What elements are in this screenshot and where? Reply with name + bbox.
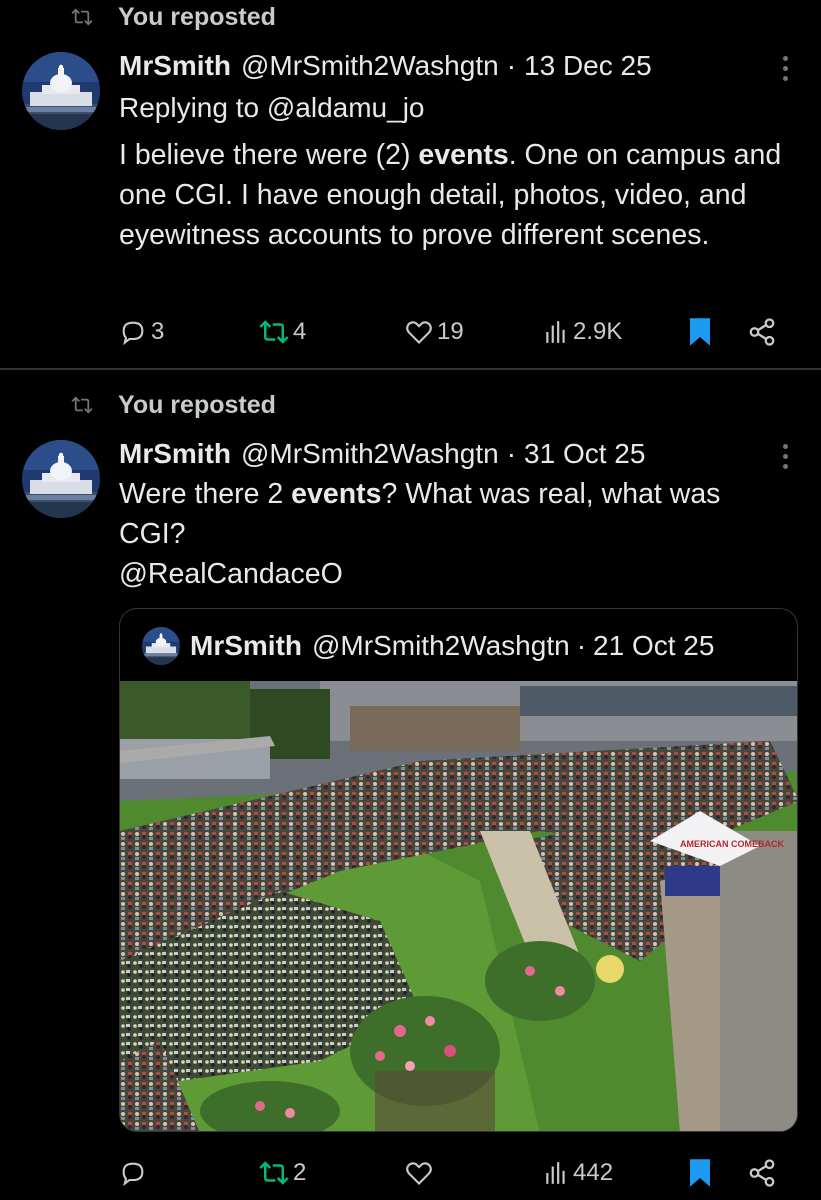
bookmark-icon xyxy=(690,318,710,346)
heart-icon xyxy=(406,1162,432,1185)
separator-dot: · xyxy=(576,630,587,661)
views-count: 2.9K xyxy=(573,318,623,345)
more-icon[interactable] xyxy=(775,441,795,471)
reply-count: 3 xyxy=(151,318,165,345)
quote-date: 21 Oct 25 xyxy=(593,630,715,661)
post-header: MrSmith @MrSmith2Washgtn · 13 Dec 25 xyxy=(119,50,652,82)
reply-icon xyxy=(122,1162,144,1187)
separator-dot: · xyxy=(506,50,517,81)
post-text-part: Were there 2 xyxy=(119,478,292,510)
views-count: 442 xyxy=(573,1159,614,1186)
quote-author-handle: @MrSmith2Washgtn xyxy=(312,630,570,661)
quote-author-name: MrSmith xyxy=(190,630,302,661)
like-count: 19 xyxy=(437,318,464,345)
post-1[interactable]: You reposted MrSmith @MrSmith2Washgtn · … xyxy=(0,0,821,368)
repost-button[interactable]: 2 xyxy=(259,1153,306,1193)
views-button[interactable]: 2.9K xyxy=(543,312,622,352)
post-header: MrSmith @MrSmith2Washgtn · 31 Oct 25 xyxy=(119,438,645,470)
replying-to[interactable]: Replying to @aldamu_jo xyxy=(119,92,424,124)
repost-icon xyxy=(60,2,104,32)
quote-header: MrSmith @MrSmith2Washgtn · 21 Oct 25 xyxy=(142,627,714,665)
reply-button[interactable]: 3 xyxy=(119,312,164,352)
repost-icon xyxy=(259,320,289,344)
reply-icon xyxy=(122,321,144,346)
post-text: Were there 2 events? What was real, what… xyxy=(119,474,789,554)
author-handle[interactable]: @MrSmith2Washgtn xyxy=(241,438,499,470)
author-name[interactable]: MrSmith xyxy=(119,50,231,82)
repost-label: You reposted xyxy=(118,390,276,419)
post-date[interactable]: 13 Dec 25 xyxy=(524,50,652,82)
author-name[interactable]: MrSmith xyxy=(119,438,231,470)
quote-avatar xyxy=(142,627,180,665)
views-icon xyxy=(546,321,565,343)
separator-dot: · xyxy=(506,438,517,469)
avatar[interactable] xyxy=(22,440,100,518)
tent-sign: AMERICAN COMEBACK xyxy=(680,839,784,849)
repost-indicator: You reposted xyxy=(60,390,276,420)
repost-count: 4 xyxy=(293,318,307,345)
repost-button[interactable]: 4 xyxy=(259,312,306,352)
post-text-part: I believe there were (2) xyxy=(119,139,419,171)
author-handle[interactable]: @MrSmith2Washgtn xyxy=(241,50,499,82)
bookmark-button[interactable] xyxy=(687,312,713,352)
action-bar: 3 4 19 2.9K xyxy=(119,312,789,352)
post-text: I believe there were (2) events. One on … xyxy=(119,135,809,255)
post-text-highlight: events xyxy=(418,139,509,171)
like-button[interactable]: 19 xyxy=(405,312,464,352)
repost-count: 2 xyxy=(293,1159,307,1186)
share-button[interactable] xyxy=(747,1153,777,1193)
heart-icon xyxy=(406,321,432,344)
repost-icon xyxy=(60,390,104,420)
like-button[interactable] xyxy=(405,1153,437,1193)
share-icon xyxy=(749,1159,775,1187)
views-button[interactable]: 442 xyxy=(543,1153,613,1193)
quote-photo[interactable]: AMERICAN COMEBACK xyxy=(120,681,797,1131)
more-icon[interactable] xyxy=(775,53,795,83)
share-button[interactable] xyxy=(747,312,777,352)
repost-label: You reposted xyxy=(118,2,276,31)
action-bar: 2 442 xyxy=(119,1153,789,1193)
quoted-post[interactable]: MrSmith @MrSmith2Washgtn · 21 Oct 25 AME… xyxy=(119,608,798,1132)
repost-indicator: You reposted xyxy=(60,2,276,32)
avatar[interactable] xyxy=(22,52,100,130)
bookmark-button[interactable] xyxy=(687,1153,713,1193)
post-2[interactable]: You reposted MrSmith @MrSmith2Washgtn · … xyxy=(0,370,821,1200)
mention-link[interactable]: @RealCandaceO xyxy=(119,554,809,594)
reply-button[interactable] xyxy=(119,1153,151,1193)
post-date[interactable]: 31 Oct 25 xyxy=(524,438,645,470)
repost-icon xyxy=(259,1161,289,1185)
post-text-highlight: events xyxy=(291,478,382,510)
views-icon xyxy=(546,1162,565,1184)
share-icon xyxy=(749,318,775,346)
bookmark-icon xyxy=(690,1159,710,1187)
